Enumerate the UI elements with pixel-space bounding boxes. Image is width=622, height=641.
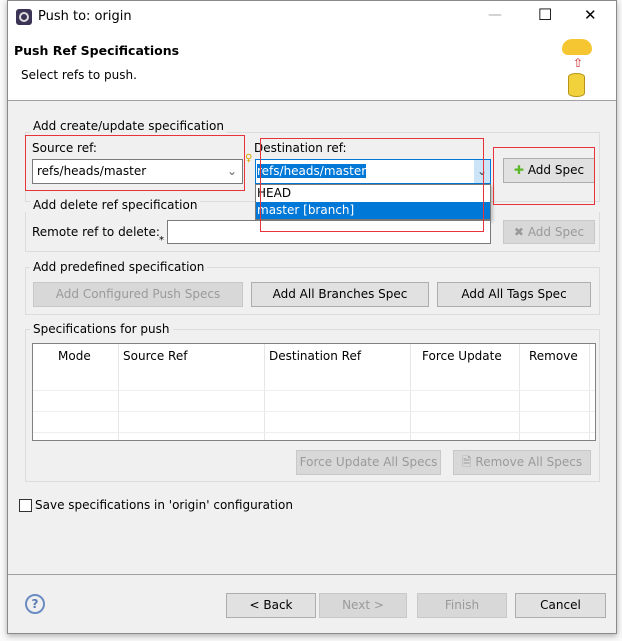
table-row [33,411,595,412]
table-row [33,390,595,391]
force-update-all-specs-button[interactable]: Force Update All Specs [296,450,441,475]
close-button[interactable]: ✕ [584,6,597,24]
remove-all-specs-label: Remove All Specs [475,455,583,469]
add-all-branches-spec-button[interactable]: Add All Branches Spec [251,282,429,307]
eclipse-icon [16,9,32,25]
highlight-box-add-spec [493,147,595,205]
window-title: Push to: origin [38,9,132,24]
delete-x-icon: ✖ [513,225,524,239]
required-marker: * [159,235,164,246]
add-delete-spec-label: Add Spec [527,225,585,239]
column-header-destination-ref[interactable]: Destination Ref [269,349,361,363]
highlight-box-destination [260,138,484,232]
create-update-group-label: Add create/update specification [30,119,227,133]
maximize-button[interactable]: ☐ [538,5,552,24]
add-all-tags-spec-button[interactable]: Add All Tags Spec [437,282,591,307]
push-cloud-icon: ⇧ [560,35,594,99]
finish-button[interactable]: Finish [417,593,507,618]
predefined-group-label: Add predefined specification [30,260,208,274]
column-header-source-ref[interactable]: Source Ref [123,349,187,363]
highlight-box-source [25,135,245,191]
footer-divider [8,574,616,575]
title-bar: Push to: origin — ☐ ✕ [8,1,616,33]
page-title: Push Ref Specifications [14,43,180,58]
delete-ref-group-label: Add delete ref specification [30,198,201,212]
save-specs-checkbox[interactable] [19,499,32,512]
cancel-button[interactable]: Cancel [515,593,606,618]
wizard-header: Push Ref Specifications Select refs to p… [8,33,616,101]
content-assist-icon: ♀ [245,153,253,164]
column-header-mode[interactable]: Mode [58,349,91,363]
column-header-force-update[interactable]: Force Update [422,349,502,363]
remove-document-icon: 🗎 [461,455,472,469]
save-specs-label: Save specifications in 'origin' configur… [35,498,293,512]
minimize-button[interactable]: — [488,7,502,23]
add-configured-push-specs-button[interactable]: Add Configured Push Specs [33,282,243,307]
specs-group-label: Specifications for push [30,322,173,336]
next-button[interactable]: Next > [319,593,407,618]
specs-table[interactable]: Mode Source Ref Destination Ref Force Up… [32,343,596,441]
help-icon[interactable]: ? [25,594,45,614]
page-description: Select refs to push. [21,68,137,82]
add-delete-spec-button[interactable]: ✖ Add Spec [503,220,595,244]
table-row [33,432,595,433]
remove-all-specs-button[interactable]: 🗎 Remove All Specs [453,450,591,475]
back-button[interactable]: < Back [226,593,316,618]
remote-ref-label: Remote ref to delete: [32,225,160,239]
column-header-remove[interactable]: Remove [529,349,578,363]
push-dialog: Push to: origin — ☐ ✕ Push Ref Specifica… [7,0,617,634]
